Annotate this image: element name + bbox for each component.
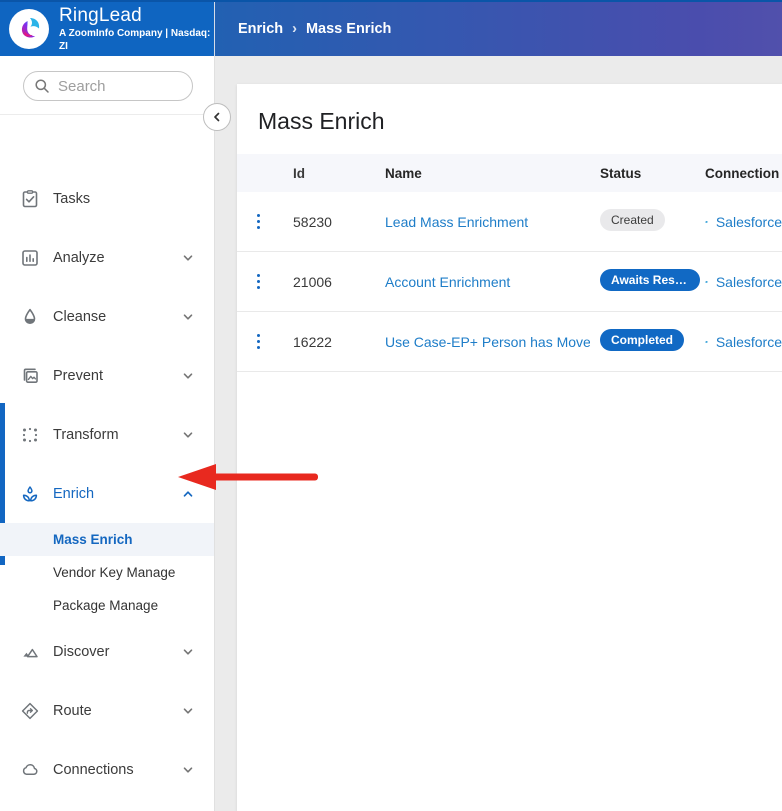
brand-name: RingLead (59, 5, 214, 27)
row-name-link[interactable]: Account Enrichment (385, 274, 510, 290)
table-header-name[interactable]: Name (375, 166, 590, 181)
breadcrumb-mass-enrich: Mass Enrich (306, 21, 391, 37)
sidebar-item-label: Connections (53, 762, 180, 778)
app-window: RingLead A ZoomInfo Company | Nasdaq: ZI… (0, 0, 782, 811)
sidebar: Tasks Analyze Cleanse (0, 56, 215, 811)
sidebar-item-cleanse[interactable]: Cleanse (0, 287, 214, 346)
breadcrumb: Enrich › Mass Enrich (238, 21, 391, 37)
status-badge: Created (600, 209, 665, 231)
analyze-icon (20, 248, 40, 268)
chevron-down-icon (180, 250, 196, 266)
sidebar-item-label: Transform (53, 427, 180, 443)
search-icon (34, 78, 50, 94)
subitem-label: Vendor Key Manage (53, 565, 175, 580)
search-input[interactable] (58, 78, 168, 95)
chevron-down-icon (180, 762, 196, 778)
row-menu-icon[interactable] (253, 210, 265, 234)
row-id: 21006 (280, 274, 375, 290)
sidebar-nav: Tasks Analyze Cleanse (0, 169, 214, 799)
table-header-id[interactable]: Id (280, 166, 375, 181)
chevron-down-icon (180, 427, 196, 443)
table-row: 16222 Use Case-EP+ Person has Moved Comp… (237, 312, 782, 372)
breadcrumb-separator: › (292, 21, 297, 37)
sidebar-item-label: Cleanse (53, 309, 180, 325)
table-header-status[interactable]: Status (590, 166, 695, 181)
breadcrumb-enrich[interactable]: Enrich (238, 21, 283, 37)
top-header: RingLead A ZoomInfo Company | Nasdaq: ZI… (0, 0, 782, 56)
sidebar-item-enrich[interactable]: Enrich (0, 464, 214, 523)
table-row: 21006 Account Enrichment Awaits Resol...… (237, 252, 782, 312)
sidebar-collapse-button[interactable] (203, 103, 231, 131)
status-badge: Awaits Resol... (600, 269, 700, 291)
subitem-label: Mass Enrich (53, 532, 133, 547)
transform-icon (20, 425, 40, 445)
tasks-icon (20, 189, 40, 209)
sidebar-item-label: Discover (53, 644, 180, 660)
prevent-icon (20, 366, 40, 386)
row-id: 16222 (280, 334, 375, 350)
discover-icon (20, 642, 40, 662)
sidebar-divider (0, 114, 214, 115)
sidebar-subitem-package-manage[interactable]: Package Manage (0, 589, 214, 622)
sidebar-item-prevent[interactable]: Prevent (0, 346, 214, 405)
row-menu-icon[interactable] (253, 270, 265, 294)
sidebar-search[interactable] (23, 71, 193, 101)
page-title: Mass Enrich (237, 84, 782, 154)
ringlead-logo-icon (15, 15, 43, 43)
subitem-label: Package Manage (53, 598, 158, 613)
sidebar-item-label: Route (53, 703, 180, 719)
cleanse-icon (20, 307, 40, 327)
sidebar-item-transform[interactable]: Transform (0, 405, 214, 464)
mass-enrich-card: Mass Enrich Id Name Status Connection 58… (237, 84, 782, 811)
main-content: Mass Enrich Id Name Status Connection 58… (216, 56, 782, 811)
table-header-connection[interactable]: Connection (695, 166, 782, 181)
salesforce-icon (705, 213, 708, 231)
status-badge: Completed (600, 329, 684, 351)
connection-link[interactable]: Salesforce (716, 334, 782, 350)
brand-area: RingLead A ZoomInfo Company | Nasdaq: ZI (0, 2, 215, 56)
connection-link[interactable]: Salesforce (716, 274, 782, 290)
route-icon (20, 701, 40, 721)
breadcrumb-bar: Enrich › Mass Enrich (215, 2, 782, 56)
salesforce-icon (705, 273, 708, 291)
sidebar-item-label: Tasks (53, 191, 196, 207)
chevron-down-icon (180, 368, 196, 384)
sidebar-item-connections[interactable]: Connections (0, 740, 214, 799)
row-name-link[interactable]: Lead Mass Enrichment (385, 214, 528, 230)
sidebar-subitem-vendor-key-manage[interactable]: Vendor Key Manage (0, 556, 214, 589)
chevron-down-icon (180, 703, 196, 719)
connection-link[interactable]: Salesforce (716, 214, 782, 230)
brand-subtitle: A ZoomInfo Company | Nasdaq: ZI (59, 27, 214, 53)
row-name-link[interactable]: Use Case-EP+ Person has Moved (385, 334, 590, 350)
brand-text: RingLead A ZoomInfo Company | Nasdaq: ZI (59, 5, 214, 53)
sidebar-item-analyze[interactable]: Analyze (0, 228, 214, 287)
salesforce-icon (705, 333, 708, 351)
chevron-up-icon (180, 486, 196, 502)
table-row: 58230 Lead Mass Enrichment Created Sales… (237, 192, 782, 252)
row-id: 58230 (280, 214, 375, 230)
ringlead-logo (9, 9, 49, 49)
row-menu-icon[interactable] (253, 330, 265, 354)
chevron-down-icon (180, 309, 196, 325)
chevron-left-icon (211, 111, 223, 123)
chevron-down-icon (180, 644, 196, 660)
enrich-icon (20, 484, 40, 504)
sidebar-item-tasks[interactable]: Tasks (0, 169, 214, 228)
sidebar-item-discover[interactable]: Discover (0, 622, 214, 681)
sidebar-subitem-mass-enrich[interactable]: Mass Enrich (0, 523, 214, 556)
enrich-submenu: Mass Enrich Vendor Key Manage Package Ma… (0, 523, 214, 622)
sidebar-item-label: Prevent (53, 368, 180, 384)
sidebar-item-label: Analyze (53, 250, 180, 266)
connections-icon (20, 760, 40, 780)
sidebar-item-label: Enrich (53, 486, 180, 502)
sidebar-item-route[interactable]: Route (0, 681, 214, 740)
table-header-row: Id Name Status Connection (237, 154, 782, 192)
